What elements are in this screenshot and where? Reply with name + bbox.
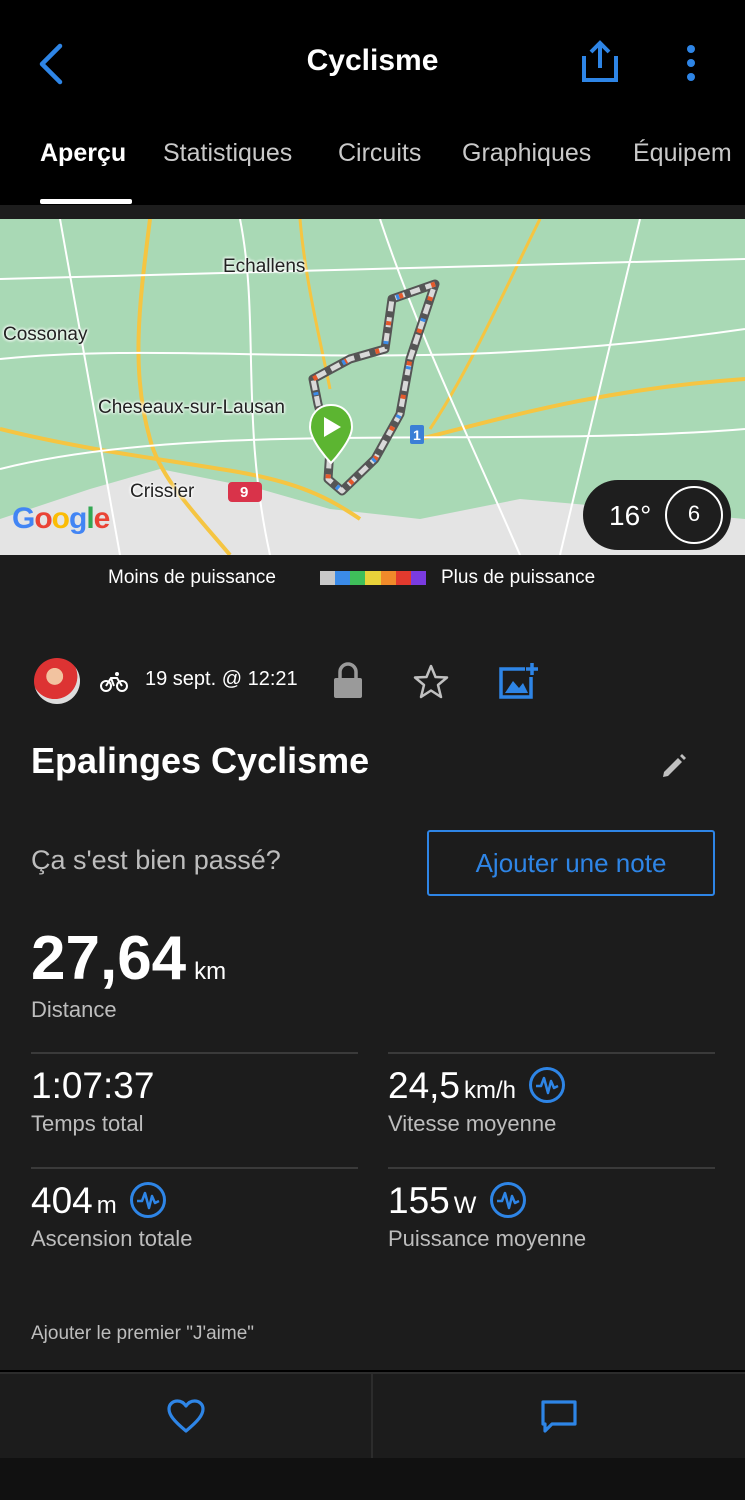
- share-icon[interactable]: [580, 40, 620, 84]
- heart-icon[interactable]: [166, 1398, 206, 1434]
- divider: [371, 1374, 373, 1460]
- temperature: 16°: [609, 500, 652, 531]
- activity-date: 19 sept. @ 12:21: [145, 668, 298, 690]
- ascent-unit: m: [96, 1192, 117, 1219]
- google-logo: Google: [12, 502, 110, 535]
- chart-icon[interactable]: [489, 1181, 527, 1219]
- avatar[interactable]: [34, 658, 80, 704]
- divider: [0, 205, 745, 219]
- comment-icon[interactable]: [540, 1399, 578, 1435]
- activity-title: Epalinges Cyclisme: [31, 740, 370, 781]
- active-tab-indicator: [40, 199, 132, 204]
- place-label: Cheseaux-sur-Lausan: [98, 397, 285, 418]
- total-time-label: Temps total: [31, 1111, 144, 1136]
- wind-speed: 6: [687, 501, 701, 526]
- tab-bar: Aperçu Statistiques Circuits Graphiques …: [0, 125, 745, 205]
- place-label: Cossonay: [3, 324, 88, 345]
- avg-power-value: 155: [388, 1180, 450, 1221]
- feeling-question: Ça s'est bien passé?: [31, 845, 281, 875]
- distance-unit: km: [194, 958, 227, 985]
- divider: [31, 1167, 358, 1169]
- pencil-icon[interactable]: [660, 752, 688, 780]
- legend-color-bar: [320, 571, 426, 585]
- bike-icon: [100, 672, 128, 692]
- chart-icon[interactable]: [528, 1066, 566, 1104]
- avg-speed-stat: 24,5 km/h: [388, 1065, 566, 1107]
- add-note-button[interactable]: Ajouter une note: [427, 830, 715, 896]
- ascent-value: 404: [31, 1180, 93, 1221]
- legend-high-label: Plus de puissance: [441, 567, 596, 588]
- avg-power-label: Puissance moyenne: [388, 1226, 587, 1251]
- total-time-stat: 1:07:37: [31, 1065, 154, 1107]
- page-title: Cyclisme: [306, 44, 439, 77]
- add-photo-icon[interactable]: [497, 661, 539, 701]
- activity-summary: 19 sept. @ 12:21 Epalinges Cyclisme Ça s…: [0, 605, 745, 1370]
- lock-icon[interactable]: [332, 662, 364, 700]
- total-time-value: 1:07:37: [31, 1065, 155, 1106]
- tab-circuits[interactable]: Circuits: [338, 139, 421, 168]
- avg-speed-unit: km/h: [464, 1077, 517, 1104]
- wind-icon: 6: [665, 486, 723, 544]
- distance-value: 27,64 km: [31, 923, 226, 994]
- avg-speed-value: 24,5: [388, 1065, 461, 1106]
- tab-apercu[interactable]: Aperçu: [40, 139, 126, 168]
- tab-equipement[interactable]: Équipem: [633, 139, 732, 168]
- divider: [388, 1167, 715, 1169]
- star-icon[interactable]: [412, 663, 450, 701]
- ascent-label: Ascension totale: [31, 1226, 193, 1251]
- distance-label: Distance: [31, 997, 117, 1022]
- likes-text[interactable]: Ajouter le premier "J'aime": [31, 1323, 254, 1345]
- footer-area: [0, 1458, 745, 1500]
- avg-power-unit: W: [453, 1192, 477, 1219]
- divider: [388, 1052, 715, 1054]
- avg-speed-label: Vitesse moyenne: [388, 1111, 557, 1136]
- road-badge: 1: [413, 427, 421, 443]
- ascent-stat: 404 m: [31, 1180, 167, 1222]
- top-bar: Cyclisme: [0, 0, 745, 125]
- weather-badge: 16° 6: [583, 480, 731, 550]
- distance-number: 27,64: [31, 924, 187, 993]
- power-legend: Moins de puissance Plus de puissance: [0, 555, 745, 605]
- tab-graphiques[interactable]: Graphiques: [462, 139, 591, 168]
- legend-low-label: Moins de puissance: [108, 567, 276, 588]
- road-badge: 9: [240, 484, 249, 501]
- tab-statistiques[interactable]: Statistiques: [163, 139, 292, 168]
- route-map[interactable]: Echallens Cossonay Cheseaux-sur-Lausan C…: [0, 219, 745, 555]
- action-bar: [0, 1372, 745, 1460]
- place-label: Echallens: [223, 256, 306, 277]
- divider: [31, 1052, 358, 1054]
- more-options-icon[interactable]: [676, 44, 706, 84]
- chart-icon[interactable]: [129, 1181, 167, 1219]
- avg-power-stat: 155 W: [388, 1180, 527, 1222]
- place-label: Crissier: [130, 481, 195, 502]
